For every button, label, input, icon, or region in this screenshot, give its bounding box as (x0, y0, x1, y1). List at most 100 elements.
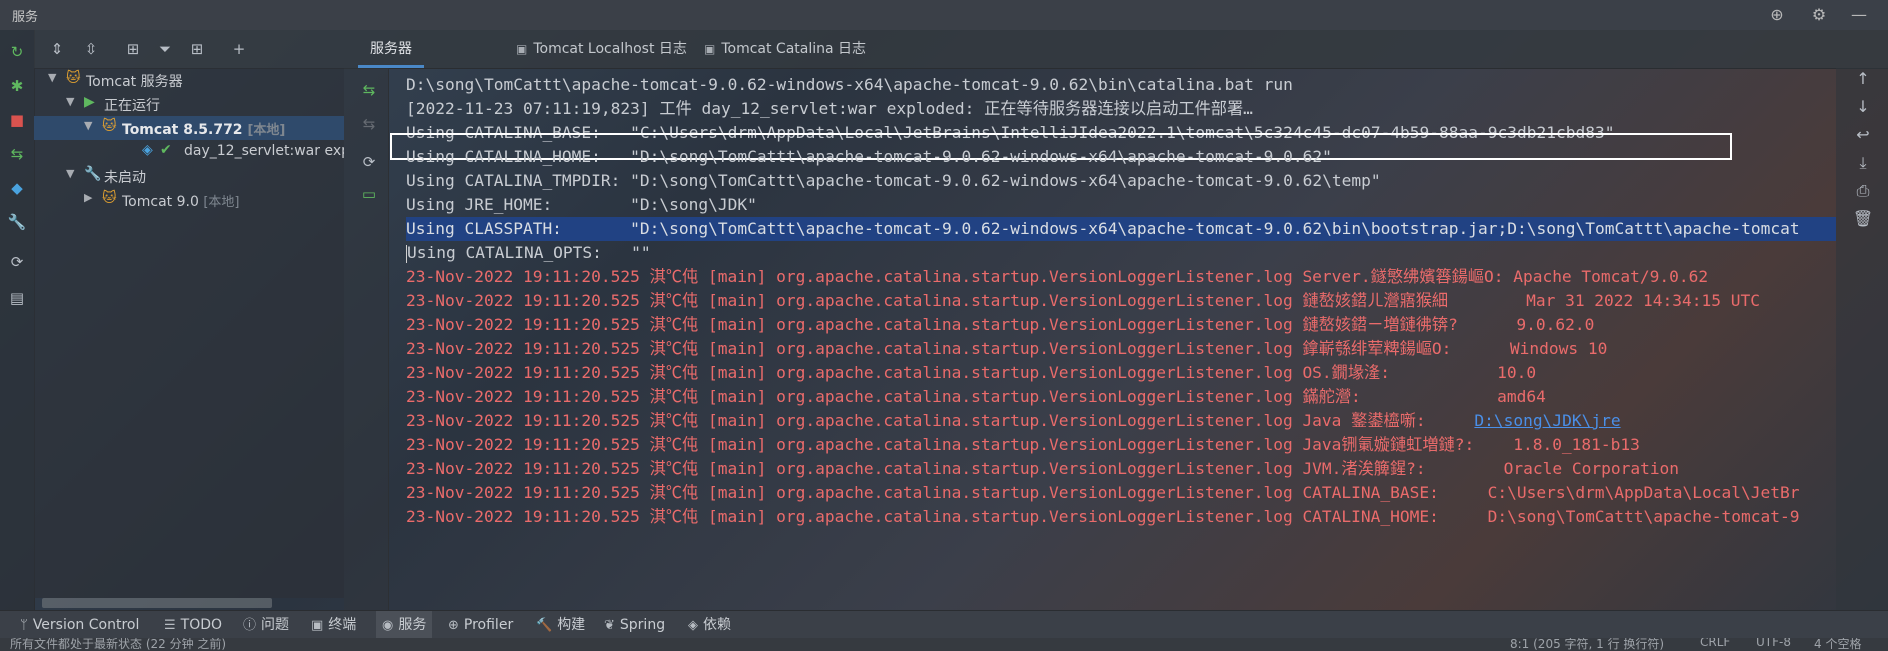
line-ending[interactable]: CRLF (1700, 638, 1730, 649)
tree-node-running[interactable]: ▼ ▶ 正在运行 (34, 92, 344, 116)
collapse-all-icon[interactable]: ⇳ (80, 38, 102, 60)
tab-localhost-log[interactable]: ▣ Tomcat Localhost 日志 (516, 30, 687, 68)
soft-wrap-icon[interactable]: ↩ (1852, 124, 1874, 146)
tree-node-tomcat-servers[interactable]: ▼ 🐱 Tomcat 服务器 (34, 68, 344, 92)
rerun-icon[interactable]: ↻ (7, 42, 27, 62)
chevron-down-icon[interactable]: ▼ (66, 95, 74, 108)
tab-problems[interactable]: ⓘ 问题 (243, 611, 289, 639)
tab-server[interactable]: 服务器 (358, 30, 424, 68)
console-gutter: ⇆ ⇆ ⟳ ▭ (344, 68, 389, 610)
status-message: 所有文件都处于最新状态 (22 分钟 之前) (10, 638, 227, 651)
check-icon: ✔ (160, 142, 172, 158)
console-output[interactable]: D:\song\TomCattt\apache-tomcat-9.0.62-wi… (388, 68, 1836, 610)
stop-icon[interactable]: ■ (7, 110, 27, 130)
minimize-icon[interactable]: — (1848, 4, 1870, 26)
server-tag: [本地] (247, 123, 286, 138)
console-line-text: Using CATALINA_OPTS: "" (407, 243, 651, 262)
expand-all-icon[interactable]: ⇕ (46, 38, 68, 60)
wrench-icon[interactable]: 🔧 (7, 212, 27, 232)
tree-node-label: Tomcat 8.5.772 [本地] (122, 119, 285, 138)
tree-node-not-started[interactable]: ▼ 🔧 未启动 (34, 164, 344, 188)
tab-label: 依赖 (703, 617, 731, 633)
tab-profiler[interactable]: ⊕ Profiler (448, 611, 513, 639)
deploy-icon[interactable]: ⇆ (359, 80, 379, 100)
tool-window-bar: ᛘ Version Control ☰ TODO ⓘ 问题 ▣ 终端 ◉ 服务 ⊕ Prof… (0, 610, 1888, 639)
server-name: Tomcat 8.5.772 (122, 122, 243, 138)
deploy-all-icon[interactable]: ▭ (359, 184, 379, 204)
console-tabs: 服务器 ▣ Tomcat Localhost 日志 ▣ Tomcat Catalin… (344, 30, 1888, 69)
console-line: Using JRE_HOME: "D:\song\JDK" (406, 195, 757, 214)
tab-label: Version Control (32, 617, 140, 633)
console-right-toolbar: ↑ ↓ ↩ ⤓ ⎙ 🗑 (1836, 68, 1888, 610)
tab-terminal[interactable]: ▣ 终端 (311, 611, 356, 639)
debug-icon[interactable]: ✱ (7, 76, 27, 96)
tree-node-label: 正在运行 (104, 98, 160, 114)
tree-node-tomcat-8[interactable]: ▼ 🐱 Tomcat 8.5.772 [本地] (34, 116, 344, 140)
console-line: Using CATALINA_TMPDIR: "D:\song\TomCattt… (406, 171, 1381, 190)
console-line-selected: Using CLASSPATH: "D:\song\TomCattt\apach… (406, 217, 1836, 241)
undeploy-icon[interactable]: ⇆ (359, 114, 379, 134)
jre-path-link[interactable]: D:\song\JDK\jre (1474, 411, 1620, 430)
tomcat-icon: 🐱 (66, 70, 81, 86)
print-icon[interactable]: ⎙ (1852, 180, 1874, 202)
branch-icon: ᛘ (20, 618, 28, 633)
tree-node-tomcat-9[interactable]: ▶ 🐱 Tomcat 9.0 [本地] (34, 188, 344, 212)
console-line-cursor: Using CATALINA_OPTS: "" (406, 241, 651, 265)
log-icon: ▣ (516, 42, 528, 56)
profiler-icon: ⊕ (448, 618, 459, 633)
file-encoding[interactable]: UTF-8 (1756, 638, 1791, 649)
tab-spring[interactable]: ❦ Spring (604, 611, 665, 639)
tab-label: 服务 (398, 617, 427, 633)
server-name: Tomcat 9.0 (122, 194, 199, 210)
chevron-down-icon[interactable]: ▼ (84, 119, 92, 132)
console-line: [2022-11-23 07:11:19,823] 工件 day_12_serv… (406, 99, 1253, 118)
run-icon: ▶ (84, 94, 95, 110)
tree-toolbar: ⇕ ⇳ ⊞ ⏷ ⊞ + (34, 30, 344, 69)
tab-label: TODO (180, 617, 223, 633)
tree-horizontal-scrollbar[interactable] (42, 598, 272, 608)
scroll-down-icon[interactable]: ↓ (1852, 96, 1874, 118)
console-line: 23-Nov-2022 19:11:20.525 淇℃伅 [main] org.… (406, 339, 1608, 358)
scroll-up-icon[interactable]: ↑ (1852, 68, 1874, 90)
tab-label: 构建 (557, 617, 586, 633)
services-tree: ▼ 🐱 Tomcat 服务器 ▼ ▶ 正在运行 ▼ 🐱 Tomcat 8.5.7… (34, 68, 344, 598)
tab-services[interactable]: ◉ 服务 (376, 611, 433, 639)
console-line: 23-Nov-2022 19:11:20.525 淇℃伅 [main] org.… (406, 507, 1800, 526)
console-line: Using CATALINA_HOME: "D:\song\TomCattt\a… (406, 147, 1332, 166)
scroll-to-end-icon[interactable]: ⤓ (1852, 152, 1874, 174)
deploy-icon[interactable]: ⇆ (7, 144, 27, 164)
group-icon[interactable]: ⊞ (122, 38, 144, 60)
indent-setting[interactable]: 4 个空格 (1814, 638, 1861, 651)
tab-catalina-log[interactable]: ▣ Tomcat Catalina 日志 (704, 30, 866, 68)
console-line: 23-Nov-2022 19:11:20.525 淇℃伅 [main] org.… (406, 483, 1800, 502)
tab-version-control[interactable]: ᛘ Version Control (20, 611, 139, 639)
tree-node-label: Tomcat 服务器 (86, 74, 183, 90)
chevron-down-icon[interactable]: ▼ (48, 71, 56, 84)
clear-icon[interactable]: 🗑 (1852, 208, 1874, 230)
gear-icon[interactable]: ⚙ (1808, 4, 1830, 26)
tab-todo[interactable]: ☰ TODO (164, 611, 222, 639)
list-icon: ☰ (164, 618, 176, 633)
refresh-icon[interactable]: ⟳ (359, 152, 379, 172)
chevron-down-icon[interactable]: ▼ (66, 167, 74, 180)
tab-label: Tomcat Catalina 日志 (721, 41, 867, 57)
terminal-icon: ▣ (311, 618, 324, 633)
add-icon[interactable]: + (228, 38, 250, 60)
tree-node-label: day_12_servlet:war exploded (184, 143, 344, 159)
chevron-right-icon[interactable]: ▶ (84, 191, 92, 204)
tab-dependencies[interactable]: ◈ 依赖 (688, 611, 731, 639)
tab-label: 终端 (328, 617, 357, 633)
server-tag: [本地] (203, 195, 240, 210)
filter-icon[interactable]: ⏷ (154, 38, 176, 60)
new-service-icon[interactable]: ⊞ (186, 38, 208, 60)
wrench-icon: 🔧 (84, 166, 102, 182)
layout-icon[interactable]: ▤ (7, 288, 27, 308)
cursor-position[interactable]: 8:1 (205 字符, 1 行 换行符) (1510, 638, 1664, 651)
tab-build[interactable]: 🔨 构建 (536, 611, 585, 639)
tree-node-label: 未启动 (104, 170, 146, 186)
tab-label: Tomcat Localhost 日志 (533, 41, 687, 57)
tree-node-artifact[interactable]: ◈ ✔ day_12_servlet:war exploded (34, 140, 344, 164)
artifact-icon[interactable]: ◆ (7, 178, 27, 198)
refresh-icon[interactable]: ⟳ (7, 252, 27, 272)
globe-icon[interactable]: ⊕ (1766, 4, 1788, 26)
